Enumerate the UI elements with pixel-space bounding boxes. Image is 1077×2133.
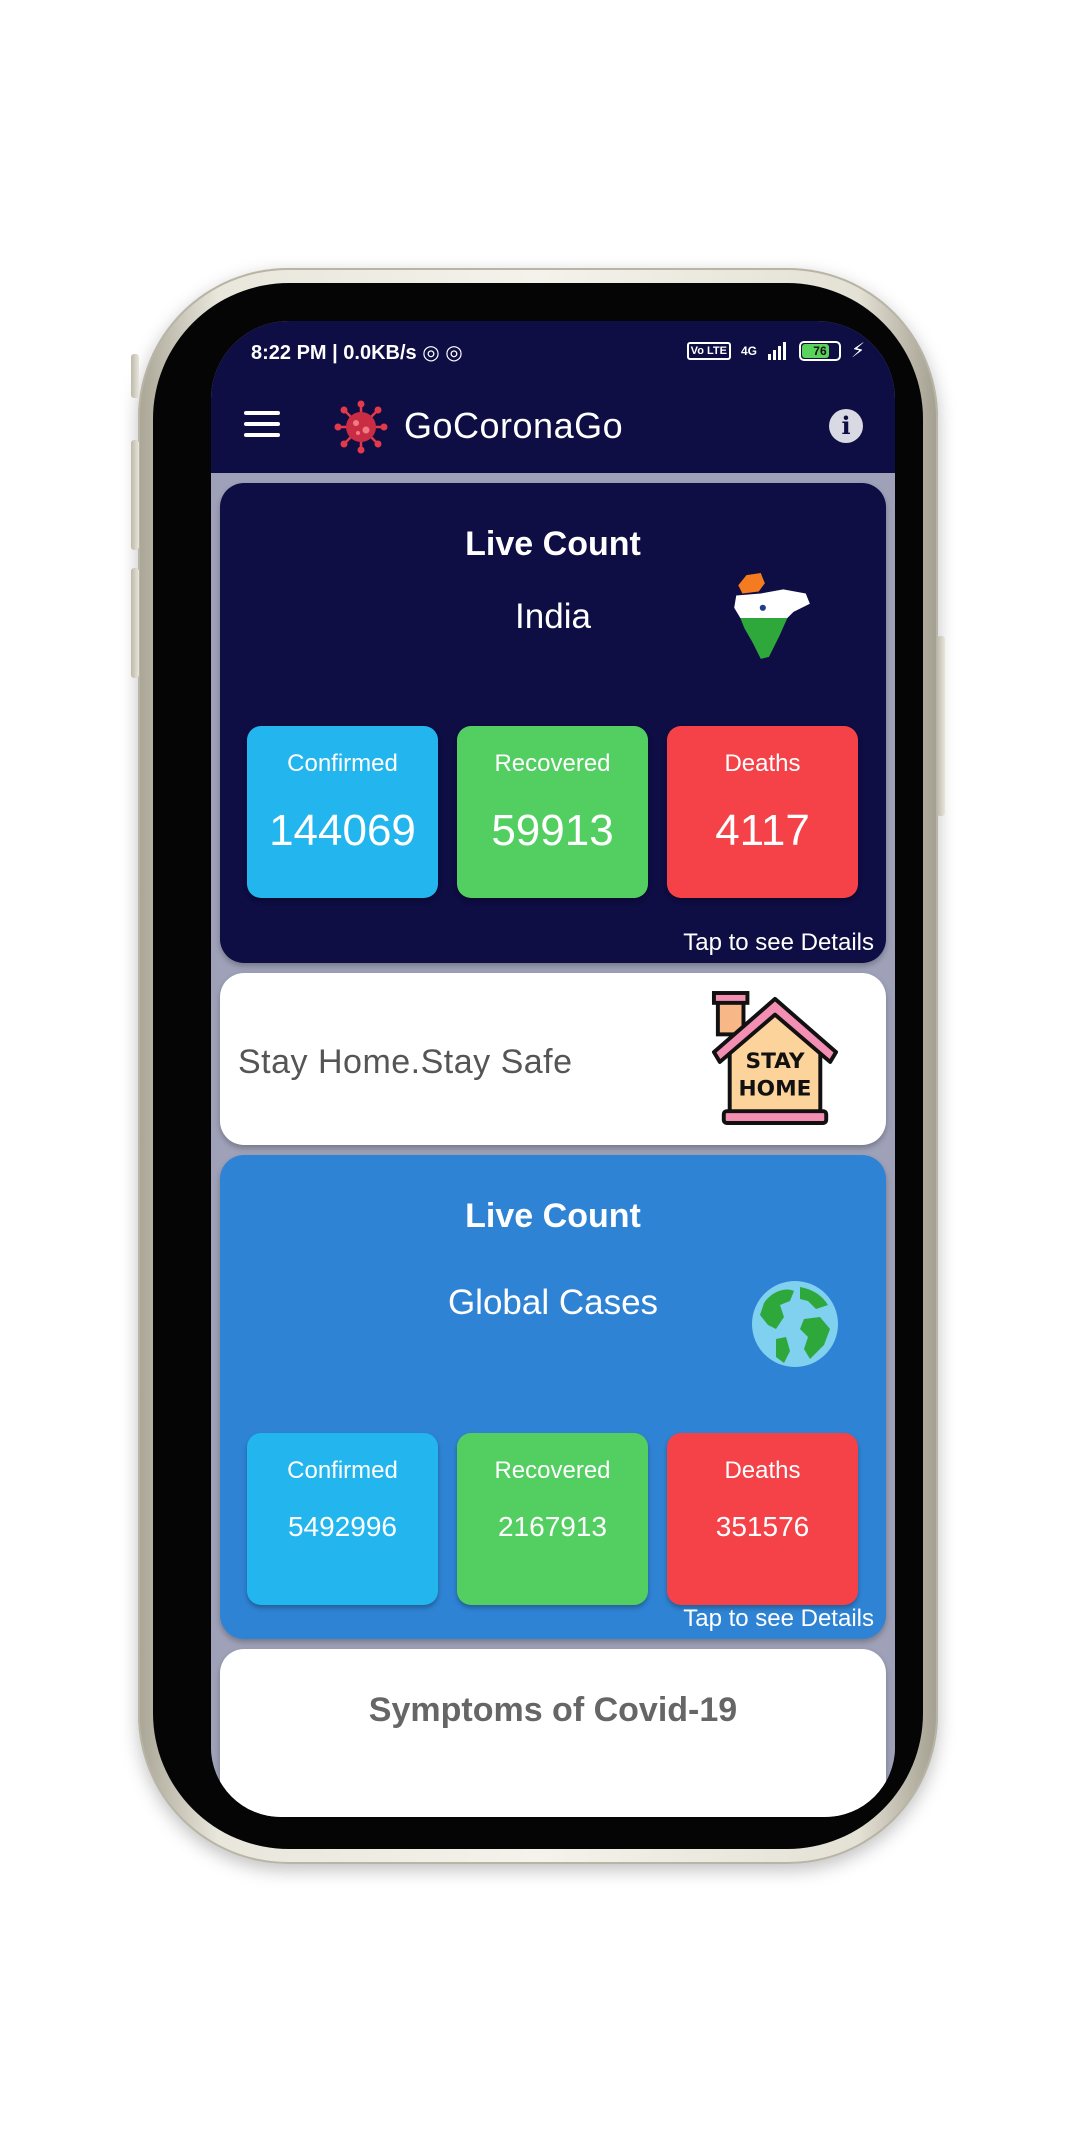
battery-icon: 76 xyxy=(798,340,841,361)
global-recovered-tile[interactable]: Recovered 2167913 xyxy=(457,1433,648,1605)
app-bar: GoCoronaGo i xyxy=(211,379,895,473)
global-card-title: Live Count xyxy=(465,1197,641,1235)
status-bar: 8:22 PM | 0.0KB/s ◎ ◎ Vo LTE 4G 76 ⚡ xyxy=(211,321,895,379)
status-icons: Vo LTE 4G 76 ⚡ xyxy=(686,338,865,363)
phone-frame: 8:22 PM | 0.0KB/s ◎ ◎ Vo LTE 4G 76 ⚡ GoC… xyxy=(131,268,945,1864)
volte-icon: Vo LTE xyxy=(686,341,731,360)
signal-icon xyxy=(767,341,786,360)
recovered-label: Recovered xyxy=(494,1457,611,1484)
home-icon-text: HOME xyxy=(739,1076,812,1101)
screen: 8:22 PM | 0.0KB/s ◎ ◎ Vo LTE 4G 76 ⚡ GoC… xyxy=(211,321,895,1817)
confirmed-value: 144069 xyxy=(269,806,416,855)
globe-icon xyxy=(752,1281,838,1367)
confirmed-label: Confirmed xyxy=(287,750,398,777)
phone-bezel: 8:22 PM | 0.0KB/s ◎ ◎ Vo LTE 4G 76 ⚡ GoC… xyxy=(153,283,923,1849)
charging-icon: ⚡ xyxy=(850,340,865,362)
phone-volume-down xyxy=(131,568,139,678)
stay-home-card: Stay Home.Stay Safe STAY HOME xyxy=(220,973,886,1145)
phone-volume-up xyxy=(131,440,139,550)
phone-silent-switch xyxy=(131,354,139,398)
status-time: 8:22 PM | 0.0KB/s ◎ ◎ xyxy=(251,342,463,364)
app-title: GoCoronaGo xyxy=(404,405,624,446)
menu-icon[interactable] xyxy=(244,411,280,439)
stay-icon-text: STAY xyxy=(745,1049,804,1074)
india-deaths-tile[interactable]: Deaths 4117 xyxy=(667,726,858,898)
virus-logo-icon xyxy=(334,400,388,454)
symptoms-title: Symptoms of Covid-19 xyxy=(368,1691,738,1729)
recovered-value: 59913 xyxy=(491,806,614,855)
india-confirmed-tile[interactable]: Confirmed 144069 xyxy=(247,726,438,898)
phone-power-button xyxy=(937,636,945,816)
network-type: 4G xyxy=(740,343,757,358)
global-details-link[interactable]: Tap to see Details xyxy=(683,1605,874,1633)
global-live-count-card[interactable]: Live Count Global Cases Confirmed 549299… xyxy=(220,1155,886,1639)
india-map-icon xyxy=(734,573,810,659)
symptoms-card[interactable]: Symptoms of Covid-19 xyxy=(220,1649,886,1817)
content-scroll[interactable]: Live Count India Confirmed 144069 Recove… xyxy=(211,473,895,1817)
recovered-label: Recovered xyxy=(494,750,611,777)
confirmed-value: 5492996 xyxy=(287,1511,397,1542)
recovered-value: 2167913 xyxy=(497,1511,607,1542)
india-card-title: Live Count xyxy=(465,525,641,563)
stay-home-house-icon: STAY HOME xyxy=(711,991,839,1125)
deaths-label: Deaths xyxy=(724,1457,801,1484)
wifi-hotspot-icon: ◎ ◎ xyxy=(422,342,463,364)
info-icon[interactable]: i xyxy=(829,409,863,443)
india-live-count-card[interactable]: Live Count India Confirmed 144069 Recove… xyxy=(220,483,886,963)
global-deaths-tile[interactable]: Deaths 351576 xyxy=(667,1433,858,1605)
deaths-label: Deaths xyxy=(724,750,801,777)
india-details-link[interactable]: Tap to see Details xyxy=(683,929,874,957)
deaths-value: 351576 xyxy=(715,1511,810,1542)
deaths-value: 4117 xyxy=(715,806,810,855)
global-confirmed-tile[interactable]: Confirmed 5492996 xyxy=(247,1433,438,1605)
india-recovered-tile[interactable]: Recovered 59913 xyxy=(457,726,648,898)
confirmed-label: Confirmed xyxy=(287,1457,398,1484)
stay-home-text: Stay Home.Stay Safe xyxy=(238,1043,573,1081)
